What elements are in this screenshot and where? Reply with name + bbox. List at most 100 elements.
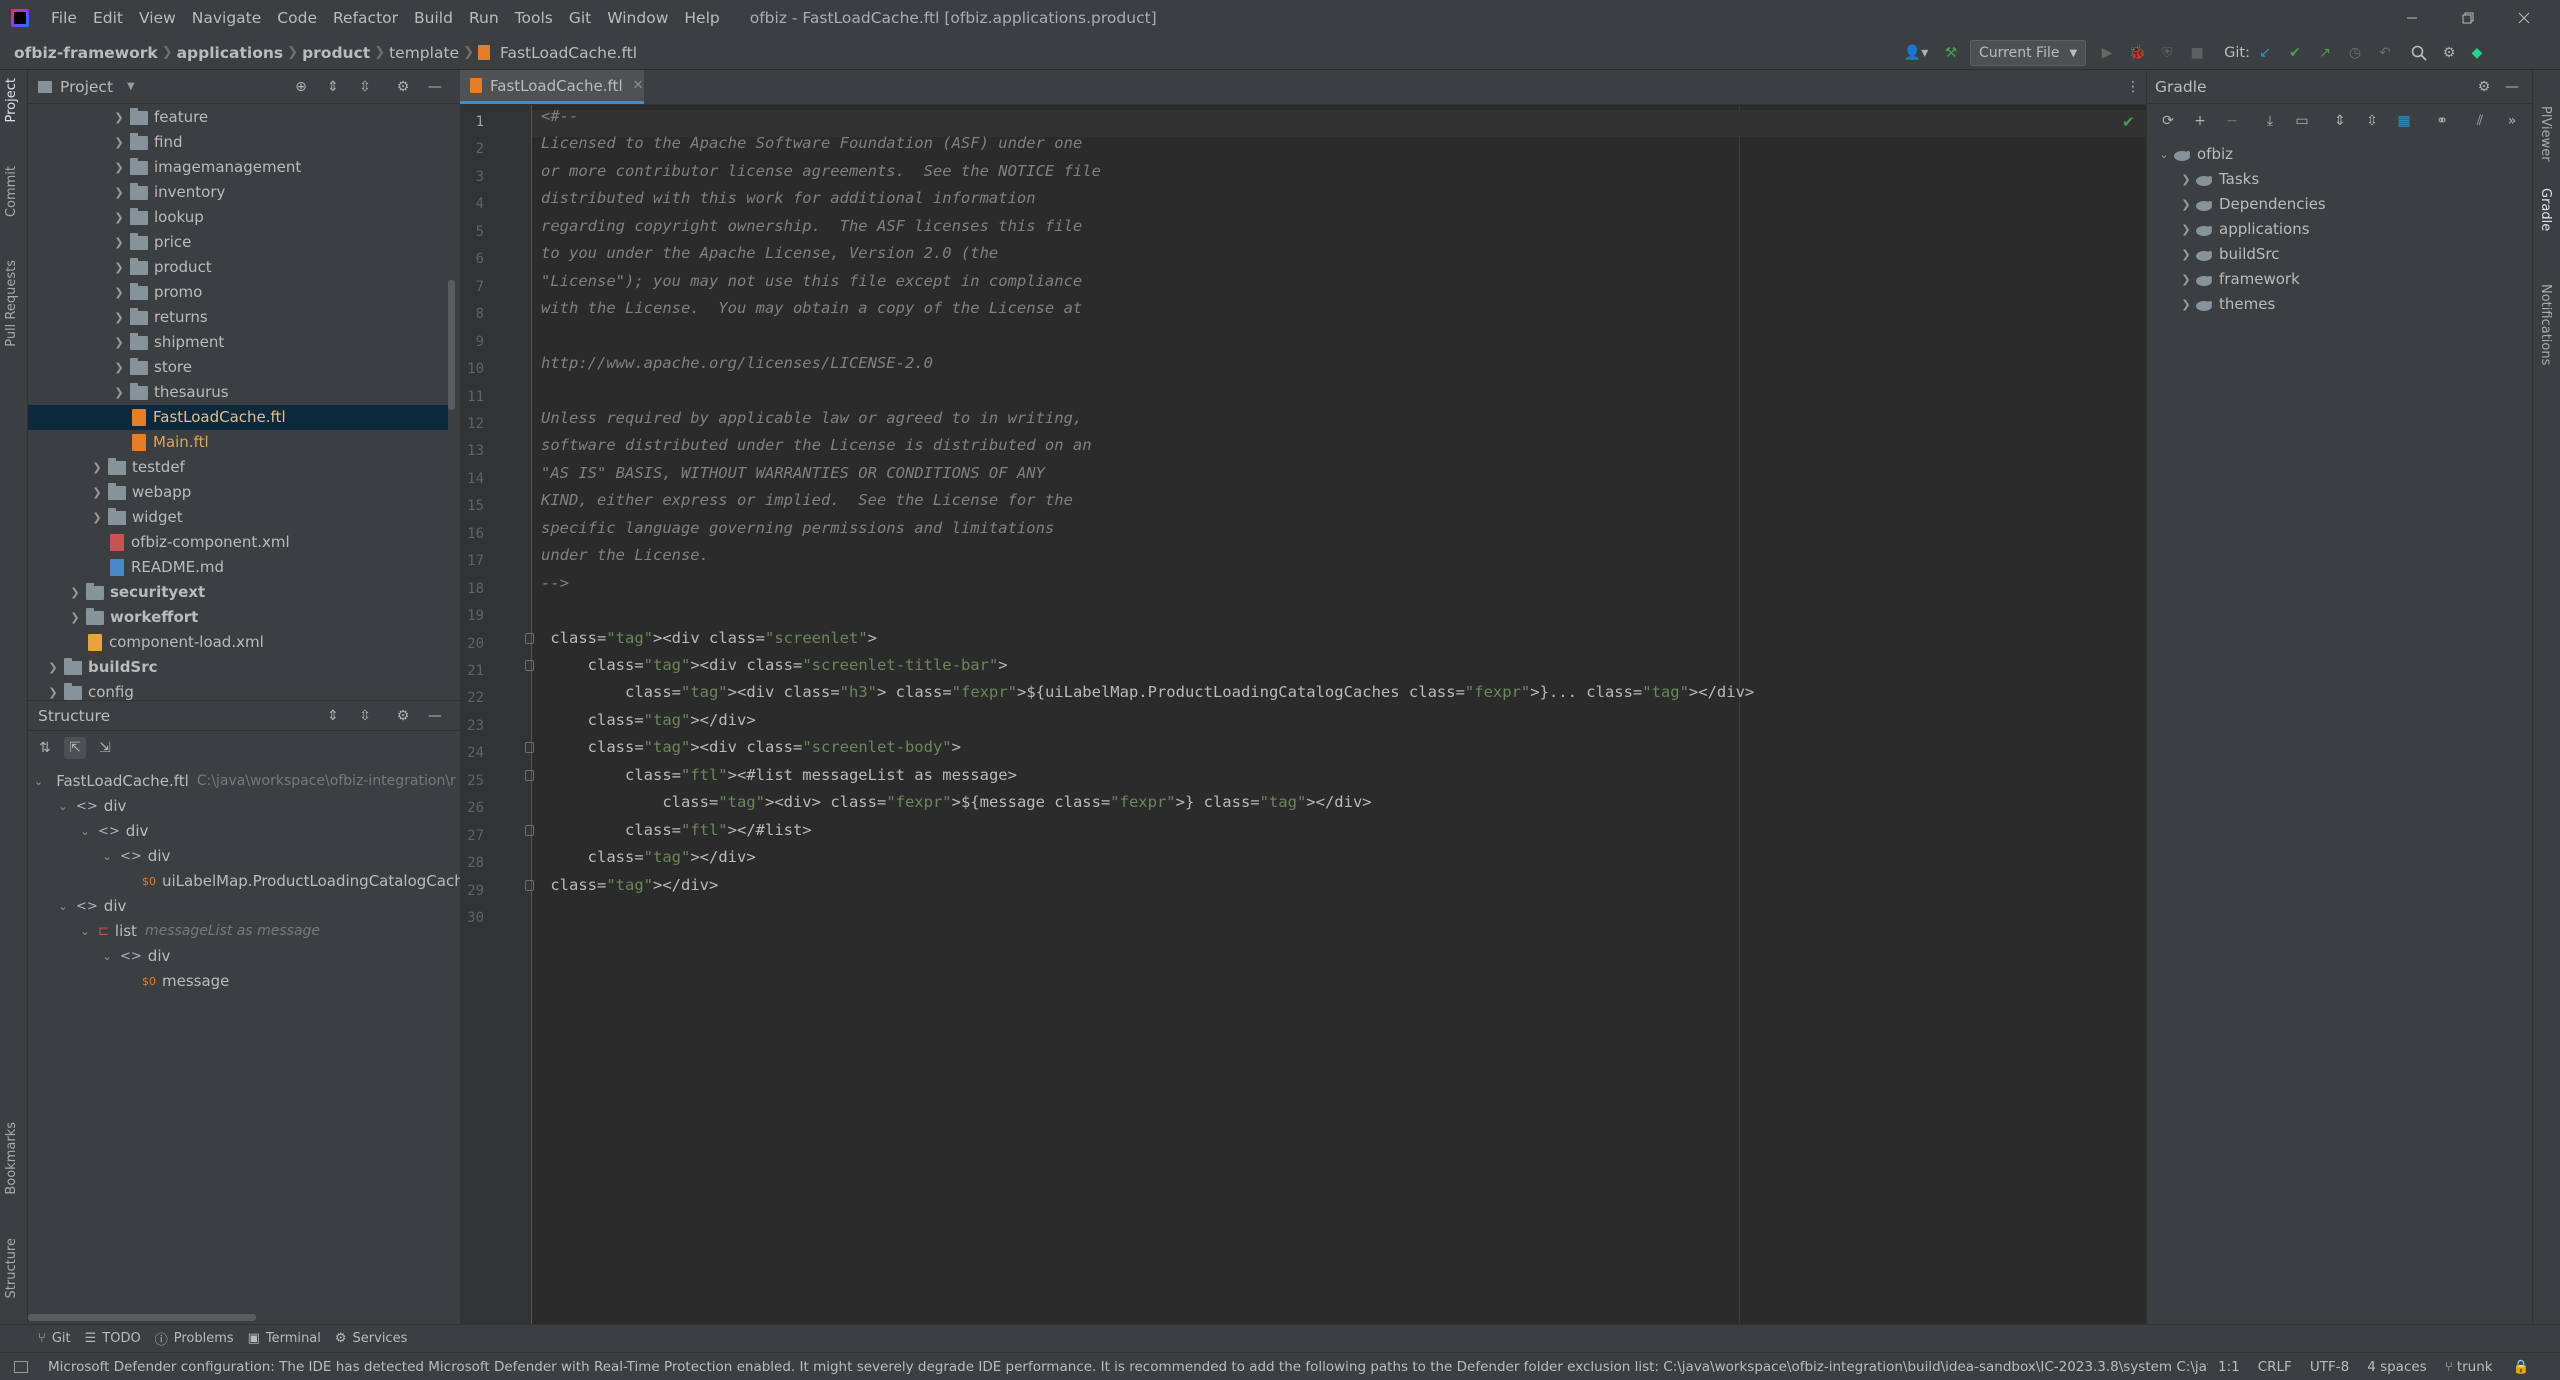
autoscroll-from-source-icon[interactable]: ⇲ [94, 737, 116, 759]
lock-icon[interactable]: 🔒 [2513, 1359, 2530, 1375]
collapse-all-icon[interactable]: ⇳ [354, 705, 376, 727]
app-logo-icon[interactable] [11, 9, 29, 27]
chevron-right-icon[interactable]: ❯ [68, 580, 82, 605]
code-line[interactable]: class="tag"><div class="screenlet-body"> [541, 738, 961, 756]
breadcrumb-applications[interactable]: applications [173, 44, 288, 62]
menu-view[interactable]: View [131, 0, 184, 36]
tree-item-webapp[interactable]: ❯ webapp [28, 480, 448, 505]
chevron-right-icon[interactable]: ❯ [112, 255, 126, 280]
debug-icon[interactable]: 🐞 [2126, 42, 2148, 64]
code-line[interactable]: --> [541, 574, 569, 592]
code-line[interactable]: class="tag"><div> class="fexpr">${messag… [541, 793, 1371, 811]
structure-item-expr[interactable]: $0 uiLabelMap.ProductLoadingCatalogCaches [122, 869, 460, 894]
chevron-down-icon[interactable]: ⌄ [34, 769, 43, 794]
chevron-right-icon[interactable]: ❯ [112, 130, 126, 155]
menu-refactor[interactable]: Refactor [325, 0, 406, 36]
menu-build[interactable]: Build [406, 0, 461, 36]
tree-item-fastloadcache-ftl[interactable]: FastLoadCache.ftl [28, 405, 448, 430]
tree-item-securityext[interactable]: ❯ securityext [28, 580, 448, 605]
maximize-button[interactable] [2440, 0, 2496, 36]
menu-help[interactable]: Help [676, 0, 727, 36]
code-line[interactable]: or more contributor license agreements. … [541, 162, 1101, 180]
stripe-project[interactable]: Project [4, 78, 19, 122]
download-sources-icon[interactable]: ⤓ [2259, 110, 2281, 132]
code-line[interactable]: "AS IS" BASIS, WITHOUT WARRANTIES OR CON… [541, 464, 1045, 482]
indent-setting[interactable]: 4 spaces [2367, 1359, 2427, 1375]
git-update-icon[interactable]: ↙ [2254, 42, 2276, 64]
expand-all-icon[interactable]: ⇕ [322, 705, 344, 727]
gradle-item-framework[interactable]: ❯ framework [2179, 267, 2299, 292]
git-commit-icon[interactable]: ✔ [2284, 42, 2306, 64]
chevron-right-icon[interactable]: ❯ [112, 155, 126, 180]
gradle-item-tasks[interactable]: ❯ Tasks [2179, 167, 2259, 192]
tree-item-testdef[interactable]: ❯ testdef [28, 455, 448, 480]
tree-item-store[interactable]: ❯ store [28, 355, 448, 380]
breadcrumb-product[interactable]: product [298, 44, 374, 62]
bottom-tab-problems[interactable]: ⓘ Problems [155, 1329, 234, 1348]
code-line[interactable]: software distributed under the License i… [541, 436, 1092, 454]
gradle-root[interactable]: ⌄ ofbiz [2157, 142, 2233, 167]
stripe-structure[interactable]: Structure [4, 1238, 19, 1298]
rollback-icon[interactable]: ↶ [2374, 42, 2396, 64]
fold-marker-icon[interactable] [525, 769, 534, 781]
code-line[interactable]: "License"); you may not use this file ex… [541, 272, 1082, 290]
hide-panel-icon[interactable]: — [424, 705, 446, 727]
settings-gear-icon[interactable]: ⚙ [2473, 76, 2495, 98]
code-line[interactable]: class="tag"></div> [541, 711, 756, 729]
tree-item-returns[interactable]: ❯ returns [28, 305, 448, 330]
tree-item-workeffort[interactable]: ❯ workeffort [28, 605, 448, 630]
structure-item-tag[interactable]: ⌄ <> div [56, 794, 126, 819]
tree-item-find[interactable]: ❯ find [28, 130, 448, 155]
chevron-right-icon[interactable]: ❯ [112, 355, 126, 380]
code-line[interactable]: class="tag"><div class="screenlet-title-… [541, 656, 1008, 674]
settings-gear-icon[interactable]: ⚙ [392, 76, 414, 98]
fold-marker-icon[interactable] [525, 660, 534, 671]
chevron-right-icon[interactable]: ❯ [2179, 267, 2193, 292]
code-line[interactable]: http://www.apache.org/licenses/LICENSE-2… [541, 354, 933, 372]
remove-icon[interactable]: − [2221, 110, 2243, 132]
git-branch[interactable]: trunk [2457, 1359, 2493, 1375]
reload-icon[interactable]: ⟳ [2157, 110, 2179, 132]
structure-item-tag[interactable]: ⌄ <> div [56, 894, 126, 919]
collapse-all-icon[interactable]: ⇳ [2361, 110, 2383, 132]
editor-tab-fastloadcache[interactable]: FastLoadCache.ftl ✕ [460, 70, 644, 104]
gradle-item-dependencies[interactable]: ❯ Dependencies [2179, 192, 2325, 217]
code-line[interactable]: class="tag"><div class="screenlet"> [541, 629, 877, 647]
execute-task-icon[interactable]: ⚭ [2431, 110, 2453, 132]
chevron-right-icon[interactable]: ❯ [90, 480, 104, 505]
caret-position[interactable]: 1:1 [2218, 1359, 2240, 1375]
stripe-notifications[interactable]: Notifications [2538, 284, 2553, 365]
menu-run[interactable]: Run [461, 0, 507, 36]
run-icon[interactable]: ▶ [2096, 42, 2118, 64]
tree-item-shipment[interactable]: ❯ shipment [28, 330, 448, 355]
tree-item-main-ftl[interactable]: Main.ftl [28, 430, 448, 455]
chevron-right-icon[interactable]: ❯ [90, 455, 104, 480]
tree-scrollbar[interactable] [448, 280, 455, 410]
expand-all-icon[interactable]: ⇕ [2329, 110, 2351, 132]
stripe-plviewer[interactable]: PlViewer [2538, 106, 2553, 162]
chevron-right-icon[interactable]: ❯ [90, 505, 104, 530]
code-line[interactable]: to you under the Apache License, Version… [541, 244, 998, 262]
build-hammer-icon[interactable]: ⚒ [1940, 42, 1962, 64]
code-line[interactable]: class="ftl"></#list> [541, 821, 812, 839]
toggle-test-icon[interactable]: ⫽ [2469, 110, 2491, 132]
tree-item-promo[interactable]: ❯ promo [28, 280, 448, 305]
code-line[interactable]: KIND, either express or implied. See the… [541, 491, 1073, 509]
toggle-tool-windows-icon[interactable] [14, 1360, 28, 1373]
run-config-select[interactable]: Current File ▼ [1970, 40, 2087, 66]
tree-item-product[interactable]: ❯ product [28, 255, 448, 280]
file-encoding[interactable]: UTF-8 [2310, 1359, 2349, 1375]
chevron-down-icon[interactable]: ⌄ [56, 894, 70, 919]
toolbox-icon[interactable]: ◆ [2466, 42, 2488, 64]
tree-item-inventory[interactable]: ❯ inventory [28, 180, 448, 205]
bottom-tab-todo[interactable]: ☰ TODO [85, 1331, 141, 1346]
chevron-right-icon[interactable]: ❯ [68, 605, 82, 630]
code-line[interactable]: <#-- [541, 107, 578, 125]
structure-item-tag[interactable]: ⌄ <> div [100, 844, 170, 869]
project-panel-title[interactable]: Project [60, 78, 113, 96]
tree-item-thesaurus[interactable]: ❯ thesaurus [28, 380, 448, 405]
close-tab-icon[interactable]: ✕ [633, 78, 644, 93]
chevron-right-icon[interactable]: ❯ [112, 105, 126, 130]
code-line[interactable]: Unless required by applicable law or agr… [541, 409, 1082, 427]
menu-navigate[interactable]: Navigate [184, 0, 270, 36]
